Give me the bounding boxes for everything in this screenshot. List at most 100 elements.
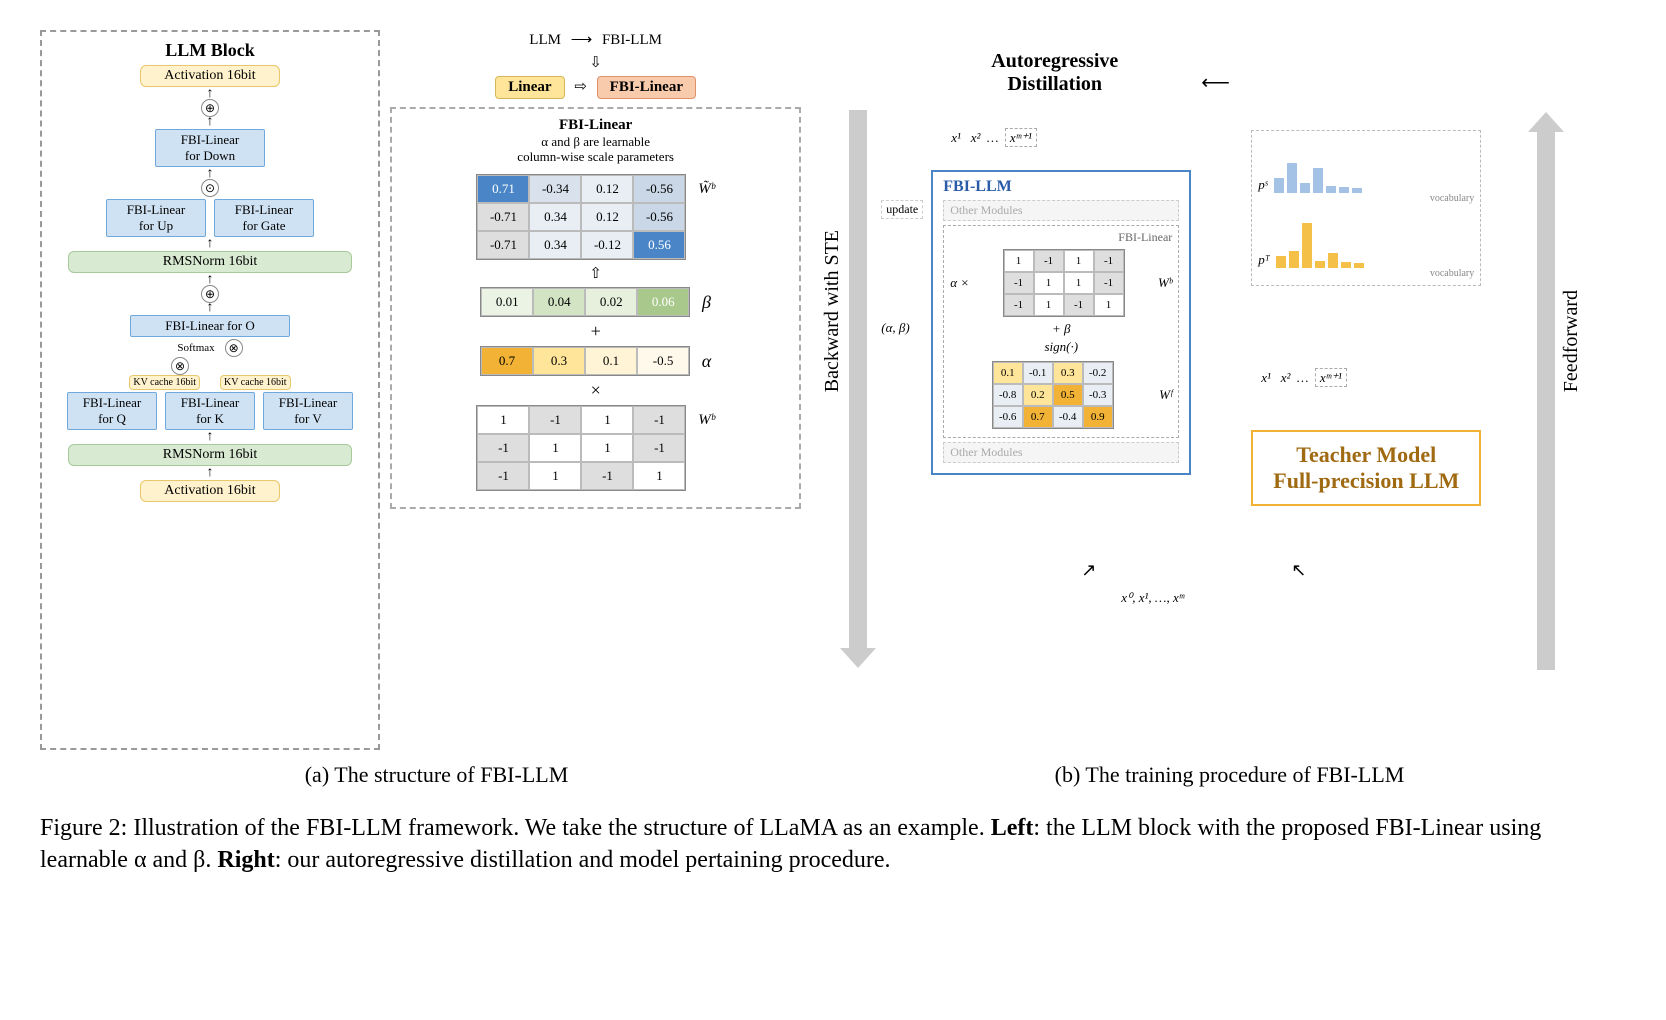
llm-block-title: LLM Block [52,40,368,61]
wf-sym: Wᶠ [1159,387,1172,403]
arrow-icon: ↑ [52,432,368,442]
caption-prefix: Figure 2: [40,815,133,841]
other-modules-1: Other Modules [943,200,1179,221]
ps-label: pˢ [1258,177,1267,193]
feedforward-label: Feedforward [1560,290,1583,392]
arrow-icon: ↑ [52,303,368,313]
seq-dots: … [987,130,999,145]
fbillm-box: FBI-LLM Other Modules FBI-Linear α × 1-1… [931,170,1191,475]
arrow-icon: ↑ [52,468,368,478]
linear-chip: Linear [495,76,564,99]
activation-top: Activation 16bit [140,65,280,87]
down-arrow-icon: ⇩ [390,53,801,72]
teacher-l2: Full-precision LLM [1269,468,1463,494]
fbi-up: FBI-Linear for Up [106,199,206,237]
teacher-l1: Teacher Model [1269,442,1463,468]
matrix-wtb: 0.71-0.340.12-0.56-0.710.340.12-0.56-0.7… [476,174,686,260]
wtb-row: 0.71-0.340.12-0.56-0.710.340.12-0.56-0.7… [400,170,791,264]
subcaption-b: (b) The training procedure of FBI-LLM [833,762,1626,788]
arrow-icon: ⇨ [574,77,587,96]
alpha-times: α × [950,275,969,291]
fbi-linear-title: FBI-Linear [400,117,791,134]
matrix-beta: 0.010.040.020.06 [480,287,690,317]
kv-cache-1: KV cache 16bit [129,375,200,390]
activation-bot: Activation 16bit [140,480,280,502]
llm-label: LLM [529,32,561,48]
fbi-v: FBI-Linear for V [263,392,353,430]
plus-beta: + β [1052,321,1071,336]
plus-label: + [400,321,791,342]
fbillm-label: FBI-LLM [602,32,662,48]
fbi-linear-detail: LLM ⟶ FBI-LLM ⇩ Linear ⇨ FBI-Linear FBI-… [390,30,801,750]
fbi-o: FBI-Linear for O [130,315,290,337]
fbi-linear-sub: α and β are learnable column-wise scale … [400,134,791,164]
softmax-label: Softmax [177,342,214,354]
arrow-icon: ↑ [52,275,368,285]
times-label: × [400,380,791,401]
fbi-q: FBI-Linear for Q [67,392,157,430]
vocab-1: vocabulary [1258,193,1474,204]
matmul-icon: ⊗ [225,339,243,357]
other-modules-2: Other Modules [943,442,1179,463]
arrow-icon: ↑ [52,117,368,127]
up-arrow-icon: ⇧ [400,264,791,283]
autoreg-title: Autoregressive Distillation [991,50,1118,96]
wb-label: Wᵇ [698,412,715,429]
sub-captions: (a) The structure of FBI-LLM (b) The tra… [40,762,1626,788]
fbi-k: FBI-Linear for K [165,392,255,430]
seq-x1: x¹ [951,130,961,145]
alpha-row: 0.70.30.1-0.5 α [400,342,791,380]
bars-pt [1276,218,1364,268]
seq-xm1: xᵐ⁺¹ [1005,128,1037,147]
update-label: update [881,200,923,219]
arrow-icon: ⟵ [1201,70,1230,95]
matmul-icon: ⊗ [171,357,189,375]
wb-row: 1-11-1-111-1-11-11 Wᵇ [400,401,791,495]
pt-label: pᵀ [1258,252,1270,268]
beta-label: β [702,292,711,313]
alpha-label: α [702,351,711,372]
arrow-icon: ⟶ [571,30,593,49]
caption-right-bold: Right [217,847,274,873]
main-caption: Figure 2: Illustration of the FBI-LLM fr… [40,812,1626,877]
subcaption-a: (a) The structure of FBI-LLM [40,762,833,788]
bseq-x2: x² [1281,370,1291,385]
panel-b: Backward with STE Feedforward Autoregres… [821,30,1582,750]
backward-label: Backward with STE [821,230,844,392]
matrix-wb-b: 1-11-1-111-1-11-11 [1003,249,1125,317]
backward-arrow [849,110,867,650]
caption-left-bold: Left [991,815,1034,841]
distribution-box: pˢ vocabulary pᵀ vocabulary [1251,130,1481,286]
teacher-box: Teacher Model Full-precision LLM [1251,430,1481,506]
rmsnorm-1: RMSNorm 16bit [68,251,352,273]
fbi-linear-label: FBI-Linear [950,230,1172,245]
wb-sym: Wᵇ [1158,275,1172,291]
top-sequence: x¹ x² … xᵐ⁺¹ [951,130,1037,146]
rmsnorm-2: RMSNorm 16bit [68,444,352,466]
kv-cache-2: KV cache 16bit [220,375,291,390]
fbillm-title: FBI-LLM [943,178,1179,196]
llm-block: LLM Block Activation 16bit ↑ ⊕ ↑ FBI-Lin… [40,30,380,750]
vocab-2: vocabulary [1258,268,1474,279]
arrow-icon: ↑ [52,89,368,99]
arrow-icon: ↖ [1291,560,1306,581]
hadamard-icon: ⊙ [201,179,219,197]
arrow-icon: ↗ [1081,560,1096,581]
fbi-gate: FBI-Linear for Gate [214,199,314,237]
bseq-x1: x¹ [1261,370,1271,385]
fbilinear-chip: FBI-Linear [597,76,696,99]
caption-body: Illustration of the FBI-LLM framework. W… [133,815,990,841]
bars-ps [1274,143,1362,193]
matrix-wf-b: 0.1-0.10.3-0.2-0.80.20.5-0.3-0.60.7-0.40… [992,361,1114,429]
bseq-xm1: xᵐ⁺¹ [1315,368,1347,387]
arrow-icon: ↑ [52,239,368,249]
panel-b-inner: Backward with STE Feedforward Autoregres… [821,30,1582,750]
figure: LLM Block Activation 16bit ↑ ⊕ ↑ FBI-Lin… [40,30,1626,750]
alpha-beta-pair: (α, β) [881,320,909,336]
matrix-wb: 1-11-1-111-1-11-11 [476,405,686,491]
panel-a: LLM Block Activation 16bit ↑ ⊕ ↑ FBI-Lin… [40,30,801,750]
inputs-label: x⁰, x¹, …, xᵐ [1121,590,1184,606]
llm-to-fbillm: LLM ⟶ FBI-LLM [390,30,801,49]
beta-row: 0.010.040.020.06 β [400,283,791,321]
fbi-down: FBI-Linear for Down [155,129,265,167]
